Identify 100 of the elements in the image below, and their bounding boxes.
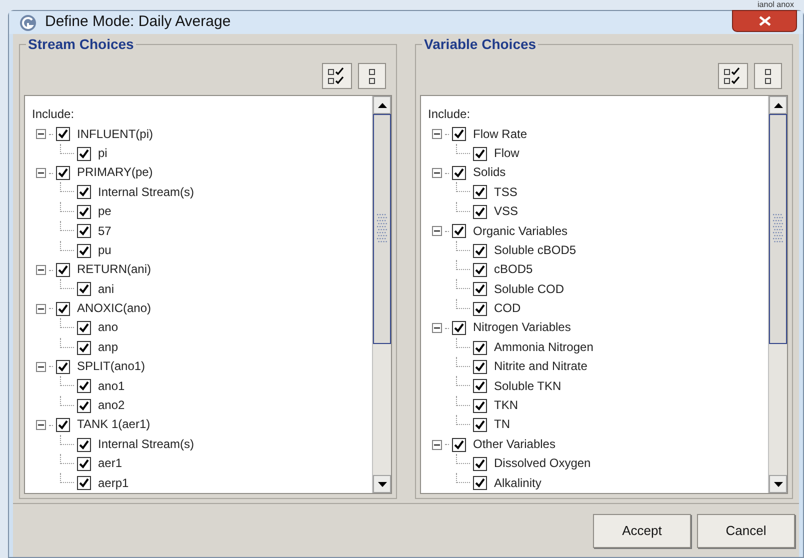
scroll-thumb[interactable] — [769, 114, 787, 344]
collapse-icon[interactable] — [36, 129, 46, 140]
tree-leaf-label[interactable]: ano1 — [98, 376, 125, 396]
dialog-button[interactable]: Cancel — [697, 514, 795, 548]
collapse-icon[interactable] — [36, 362, 46, 372]
tree-node-label[interactable]: Flow Rate — [473, 124, 528, 144]
tree-leaf-label[interactable]: ani — [98, 280, 114, 300]
tree-leaf-label[interactable]: 57 — [98, 222, 112, 241]
scrollbar[interactable] — [372, 96, 391, 493]
collapse-icon[interactable] — [432, 440, 442, 450]
checkbox[interactable] — [473, 282, 487, 296]
tree-leaf-label[interactable]: COD — [494, 299, 521, 318]
check-all-button[interactable] — [322, 63, 352, 90]
tree-leaf-label[interactable]: Ammonia Nitrogen — [494, 338, 594, 358]
checkbox[interactable] — [77, 438, 91, 452]
collapse-icon[interactable] — [432, 323, 442, 334]
scroll-up-button[interactable] — [769, 96, 787, 114]
checkbox[interactable] — [77, 456, 91, 471]
checkbox[interactable] — [473, 340, 487, 355]
checkbox[interactable] — [77, 185, 91, 200]
tree-leaf-label[interactable]: TN — [494, 415, 510, 435]
collapse-icon[interactable] — [36, 265, 46, 275]
tree-leaf-label[interactable]: Flow — [494, 144, 520, 164]
tree-node-label[interactable]: Other Variables — [473, 434, 556, 454]
checkbox[interactable] — [473, 263, 487, 277]
checkbox[interactable] — [452, 224, 466, 238]
scroll-up-button[interactable] — [373, 96, 391, 114]
tree-leaf-label[interactable]: Alkalinity — [494, 474, 542, 493]
checkbox[interactable] — [473, 302, 487, 316]
checkbox[interactable] — [77, 340, 91, 355]
checkbox[interactable] — [473, 398, 487, 413]
collapse-icon[interactable] — [36, 304, 46, 314]
tree-leaf-label[interactable]: Dissolved Oxygen — [494, 454, 591, 474]
tree-leaf-label[interactable]: pi — [98, 144, 108, 164]
checkbox[interactable] — [77, 204, 91, 219]
checkbox[interactable] — [452, 438, 466, 452]
tree-leaf-label[interactable]: aerp1 — [98, 474, 129, 493]
scroll-thumb[interactable] — [373, 114, 391, 344]
checkbox[interactable] — [473, 456, 487, 471]
tree-leaf-label[interactable]: anp — [98, 338, 118, 358]
checkbox[interactable] — [56, 166, 70, 180]
checkbox[interactable] — [473, 204, 487, 219]
checkbox[interactable] — [473, 379, 487, 394]
checkbox[interactable] — [473, 185, 487, 200]
checkbox[interactable] — [452, 166, 466, 180]
checkbox[interactable] — [77, 379, 91, 394]
tree-leaf-label[interactable]: Soluble cBOD5 — [494, 240, 576, 260]
tree-leaf-label[interactable]: pe — [98, 202, 112, 222]
collapse-icon[interactable] — [432, 129, 442, 140]
tree-leaf-label[interactable]: ano — [98, 318, 118, 338]
tree-leaf-label[interactable]: Soluble COD — [494, 280, 564, 300]
collapse-icon[interactable] — [432, 168, 442, 178]
uncheck-all-button[interactable] — [754, 63, 782, 90]
scroll-down-button[interactable] — [769, 475, 787, 493]
tree-leaf-label[interactable]: cBOD5 — [494, 260, 533, 280]
scrollbar[interactable] — [768, 96, 787, 493]
tree-leaf-label[interactable]: aer1 — [98, 454, 122, 474]
tree-node-label[interactable]: Nitrogen Variables — [473, 318, 571, 338]
checkbox[interactable] — [77, 476, 91, 490]
tree-leaf-label[interactable]: pu — [98, 240, 112, 260]
checkbox[interactable] — [77, 244, 91, 258]
tree-node-label[interactable]: TANK 1(aer1) — [77, 415, 150, 435]
tree-node-label[interactable]: PRIMARY(pe) — [77, 163, 153, 183]
check-all-button[interactable] — [718, 63, 748, 90]
checkbox[interactable] — [77, 224, 91, 238]
tree-leaf-label[interactable]: TSS — [494, 182, 518, 202]
close-button[interactable] — [732, 10, 797, 32]
tree-leaf-label[interactable]: TKN — [494, 396, 518, 416]
tree-node-label[interactable]: ANOXIC(ano) — [77, 299, 152, 318]
tree-leaf-label[interactable]: Nitrite and Nitrate — [494, 357, 588, 377]
checkbox[interactable] — [56, 263, 70, 277]
tree-leaf-label[interactable]: ano2 — [98, 396, 125, 416]
collapse-icon[interactable] — [432, 226, 442, 236]
scroll-down-button[interactable] — [373, 475, 391, 493]
checkbox[interactable] — [56, 360, 70, 374]
checkbox[interactable] — [452, 321, 466, 336]
tree-node-label[interactable]: RETURN(ani) — [77, 260, 152, 280]
checkbox[interactable] — [77, 146, 91, 161]
collapse-icon[interactable] — [36, 420, 46, 430]
checkbox[interactable] — [56, 127, 70, 142]
checkbox[interactable] — [452, 127, 466, 142]
tree-node-label[interactable]: Organic Variables — [473, 222, 568, 241]
checkbox[interactable] — [473, 476, 487, 490]
tree-node-label[interactable]: Solids — [473, 163, 506, 183]
checkbox[interactable] — [473, 418, 487, 432]
checkbox[interactable] — [77, 321, 91, 336]
dialog-button[interactable]: Accept — [593, 514, 691, 548]
checkbox[interactable] — [56, 418, 70, 432]
checkbox[interactable] — [56, 302, 70, 316]
collapse-icon[interactable] — [36, 168, 46, 178]
checkbox[interactable] — [473, 146, 487, 161]
tree-leaf-label[interactable]: Internal Stream(s) — [98, 434, 194, 454]
checkbox[interactable] — [77, 282, 91, 296]
checkbox[interactable] — [473, 244, 487, 258]
checkbox[interactable] — [77, 398, 91, 413]
tree-leaf-label[interactable]: Soluble TKN — [494, 376, 562, 396]
tree-leaf-label[interactable]: Internal Stream(s) — [98, 182, 194, 202]
tree-node-label[interactable]: INFLUENT(pi) — [77, 124, 154, 144]
tree-leaf-label[interactable]: VSS — [494, 202, 518, 222]
uncheck-all-button[interactable] — [358, 63, 386, 90]
